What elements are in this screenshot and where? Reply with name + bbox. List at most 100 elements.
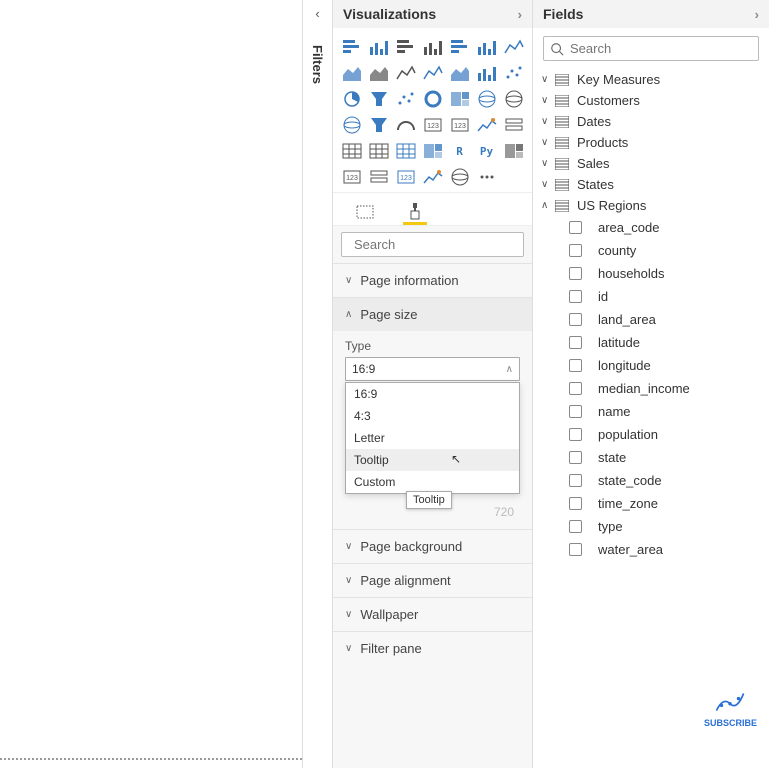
table-sales[interactable]: ∨Sales (539, 153, 763, 174)
collapse-fields-icon[interactable]: › (755, 7, 759, 22)
stacked-column-icon[interactable] (367, 36, 391, 58)
decomp-tree-icon[interactable] (502, 140, 526, 162)
field-area_code[interactable]: area_code (567, 216, 763, 239)
section-filter-pane[interactable]: ∨Filter pane (333, 631, 532, 665)
checkbox[interactable] (569, 497, 582, 510)
stacked-area-icon[interactable] (367, 62, 391, 84)
type-option-4-3[interactable]: 4:3 (346, 405, 519, 427)
smart-narrative-icon[interactable] (367, 166, 391, 188)
line-stacked-icon[interactable] (394, 62, 418, 84)
checkbox[interactable] (569, 405, 582, 418)
section-page-information[interactable]: ∨Page information (333, 263, 532, 297)
section-wallpaper[interactable]: ∨Wallpaper (333, 597, 532, 631)
field-type[interactable]: type (567, 515, 763, 538)
field-longitude[interactable]: longitude (567, 354, 763, 377)
expand-filters-icon[interactable]: ‹ (315, 6, 319, 21)
format-search-input[interactable] (354, 237, 530, 252)
matrix2-icon[interactable] (394, 140, 418, 162)
report-canvas[interactable] (0, 0, 303, 768)
globe-map-icon[interactable] (340, 114, 364, 136)
key-influencers-icon[interactable] (421, 140, 445, 162)
type-option-tooltip[interactable]: Tooltip↖ (346, 449, 519, 471)
checkbox[interactable] (569, 520, 582, 533)
checkbox[interactable] (569, 543, 582, 556)
gauge-icon[interactable] (394, 114, 418, 136)
table-products[interactable]: ∨Products (539, 132, 763, 153)
field-water_area[interactable]: water_area (567, 538, 763, 561)
field-land_area[interactable]: land_area (567, 308, 763, 331)
collapse-viz-icon[interactable]: › (518, 7, 522, 22)
scatter-icon[interactable] (502, 62, 526, 84)
table-states[interactable]: ∨States (539, 174, 763, 195)
field-latitude[interactable]: latitude (567, 331, 763, 354)
checkbox[interactable] (569, 267, 582, 280)
section-page-background[interactable]: ∨Page background (333, 529, 532, 563)
checkbox[interactable] (569, 474, 582, 487)
table-dates[interactable]: ∨Dates (539, 111, 763, 132)
stacked-bar-icon[interactable] (340, 36, 364, 58)
fields-tab[interactable] (353, 199, 377, 225)
fields-search-input[interactable] (570, 41, 752, 56)
paginated-icon[interactable]: 123 (394, 166, 418, 188)
field-time_zone[interactable]: time_zone (567, 492, 763, 515)
checkbox[interactable] (569, 382, 582, 395)
py-visual-icon[interactable]: Py (475, 140, 499, 162)
filled-map-icon[interactable] (502, 88, 526, 110)
slicer-icon[interactable] (502, 114, 526, 136)
qa-visual-icon[interactable]: 123 (340, 166, 364, 188)
checkbox[interactable] (569, 428, 582, 441)
checkbox[interactable] (569, 451, 582, 464)
r-visual-icon[interactable]: R (448, 140, 472, 162)
table-key-measures[interactable]: ∨Key Measures (539, 69, 763, 90)
field-state_code[interactable]: state_code (567, 469, 763, 492)
donut-chart-icon[interactable] (421, 88, 445, 110)
type-option-16-9[interactable]: 16:9 (346, 383, 519, 405)
matrix-icon[interactable] (367, 140, 391, 162)
scatter-chart-icon[interactable] (394, 88, 418, 110)
stacked100-bar-icon[interactable] (448, 36, 472, 58)
filters-pane-collapsed[interactable]: ‹ Filters (303, 0, 333, 768)
multi-card-icon[interactable]: 123 (448, 114, 472, 136)
card-icon[interactable]: 123 (421, 114, 445, 136)
field-county[interactable]: county (567, 239, 763, 262)
funnel-icon[interactable] (367, 88, 391, 110)
field-median_income[interactable]: median_income (567, 377, 763, 400)
kpi-icon[interactable] (475, 114, 499, 136)
field-state[interactable]: state (567, 446, 763, 469)
format-tab[interactable] (403, 199, 427, 225)
checkbox[interactable] (569, 359, 582, 372)
checkbox[interactable] (569, 221, 582, 234)
treemap-icon[interactable] (448, 88, 472, 110)
waterfall-icon[interactable] (475, 62, 499, 84)
more-visuals-icon[interactable] (475, 166, 499, 188)
stacked100-column-icon[interactable] (475, 36, 499, 58)
type-select[interactable]: 16:9 ∧ 16:94:3LetterTooltip↖CustomToolti… (345, 357, 520, 381)
arcgis-icon[interactable] (448, 166, 472, 188)
section-page-alignment[interactable]: ∨Page alignment (333, 563, 532, 597)
table-us-regions[interactable]: ∧US Regions (539, 195, 763, 216)
field-population[interactable]: population (567, 423, 763, 446)
line-clustered-icon[interactable] (421, 62, 445, 84)
shape-map-icon[interactable] (367, 114, 391, 136)
checkbox[interactable] (569, 244, 582, 257)
clustered-bar-icon[interactable] (394, 36, 418, 58)
clustered-column-icon[interactable] (421, 36, 445, 58)
area-chart-icon[interactable] (340, 62, 364, 84)
checkbox[interactable] (569, 313, 582, 326)
field-households[interactable]: households (567, 262, 763, 285)
type-option-letter[interactable]: Letter (346, 427, 519, 449)
table-customers[interactable]: ∨Customers (539, 90, 763, 111)
ribbon-chart-icon[interactable] (448, 62, 472, 84)
fields-search[interactable] (543, 36, 759, 61)
format-search[interactable] (341, 232, 524, 257)
field-id[interactable]: id (567, 285, 763, 308)
checkbox[interactable] (569, 290, 582, 303)
map-icon[interactable] (475, 88, 499, 110)
pie-chart-icon[interactable] (340, 88, 364, 110)
powerapps-icon[interactable] (421, 166, 445, 188)
type-option-custom[interactable]: CustomTooltip (346, 471, 519, 493)
line-chart-icon[interactable] (502, 36, 526, 58)
section-page-size[interactable]: ∧Page size (333, 297, 532, 331)
checkbox[interactable] (569, 336, 582, 349)
table-icon[interactable] (340, 140, 364, 162)
